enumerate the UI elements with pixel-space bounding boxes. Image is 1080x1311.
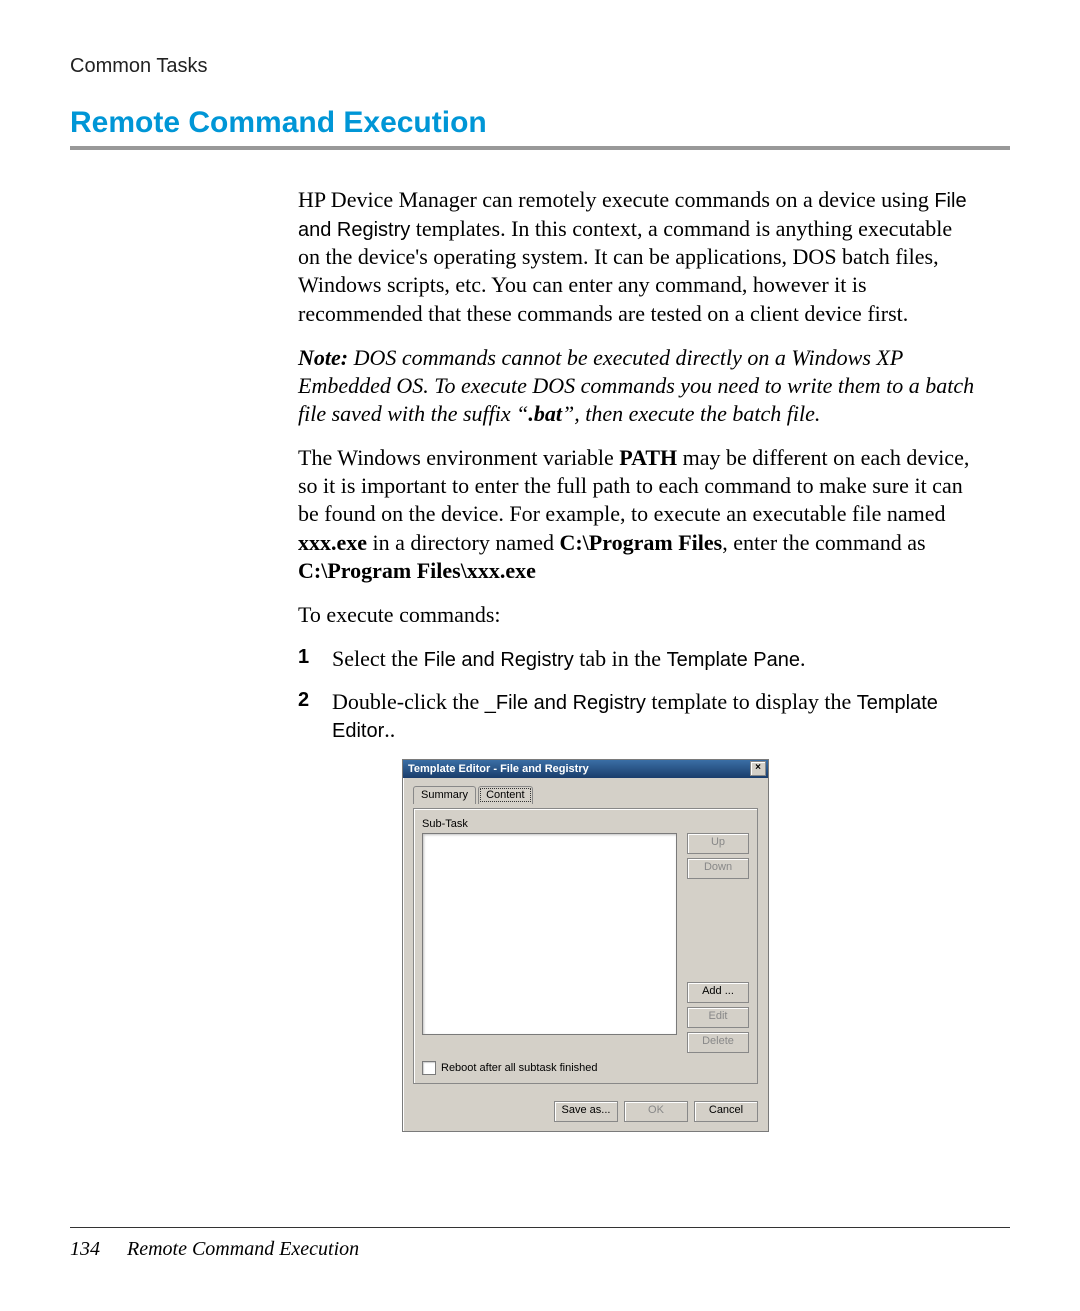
exe-name: xxx.exe <box>298 530 367 555</box>
text: .. <box>384 717 395 742</box>
tab-name: File and Registry <box>424 649 574 671</box>
text: , enter the command as <box>722 530 925 555</box>
add-button[interactable]: Add ... <box>687 982 749 1003</box>
step-2: Double-click the _File and Registry temp… <box>298 688 978 745</box>
text: in a directory named <box>367 530 559 555</box>
cancel-button[interactable]: Cancel <box>694 1101 758 1122</box>
dir-name: C:\Program Files <box>559 530 722 555</box>
delete-button[interactable]: Delete <box>687 1032 749 1053</box>
tab-pane: Sub-Task Up Down Add ... Edit Delete Reb… <box>413 808 758 1084</box>
page-title: Remote Command Execution <box>70 106 1010 140</box>
text: tab in the <box>574 646 667 671</box>
text: HP Device Manager can remotely execute c… <box>298 187 934 212</box>
footer-title: Remote Command Execution <box>127 1238 359 1260</box>
exec-intro: To execute commands: <box>298 601 978 629</box>
step-1: Select the File and Registry tab in the … <box>298 645 978 674</box>
template-file: _File and Registry <box>485 692 646 714</box>
intro-paragraph: HP Device Manager can remotely execute c… <box>298 186 978 328</box>
pane-name: Template Pane <box>667 649 800 671</box>
note-label: Note: <box>298 345 348 370</box>
save-as-button[interactable]: Save as... <box>554 1101 618 1122</box>
text: The Windows environment variable <box>298 445 619 470</box>
steps-list: Select the File and Registry tab in the … <box>298 645 978 745</box>
page-number: 134 <box>70 1238 122 1261</box>
text: template to display the <box>646 689 857 714</box>
reboot-row: Reboot after all subtask finished <box>422 1061 749 1075</box>
down-button[interactable]: Down <box>687 858 749 879</box>
full-path: C:\Program Files\xxx.exe <box>298 558 536 583</box>
tab-bar: Summary Content <box>413 786 758 804</box>
body-column: HP Device Manager can remotely execute c… <box>298 186 978 1132</box>
path-paragraph: The Windows environment variable PATH ma… <box>298 444 978 585</box>
note-body-end: ”, then execute the batch file. <box>562 401 820 426</box>
dialog-title: Template Editor - File and Registry <box>408 762 750 776</box>
dialog-titlebar[interactable]: Template Editor - File and Registry × <box>403 760 768 778</box>
title-rule <box>70 146 1010 150</box>
text: Select the <box>332 646 424 671</box>
reboot-label: Reboot after all subtask finished <box>441 1061 598 1075</box>
dialog-body: Summary Content Sub-Task Up Down Add ...… <box>403 778 768 1094</box>
subtask-label: Sub-Task <box>422 817 749 831</box>
tab-summary[interactable]: Summary <box>413 786 476 804</box>
reboot-checkbox[interactable] <box>422 1061 436 1075</box>
up-button[interactable]: Up <box>687 833 749 854</box>
bat-suffix: .bat <box>528 401 562 426</box>
footer-rule <box>70 1227 1010 1228</box>
tab-content[interactable]: Content <box>478 786 533 804</box>
ok-button[interactable]: OK <box>624 1101 688 1122</box>
subtask-listbox[interactable] <box>422 833 677 1035</box>
text: . <box>800 646 806 671</box>
template-editor-dialog: Template Editor - File and Registry × Su… <box>402 759 769 1132</box>
path-var: PATH <box>619 445 677 470</box>
side-buttons: Up Down Add ... Edit Delete <box>687 833 749 1053</box>
breadcrumb: Common Tasks <box>70 55 1010 78</box>
dialog-footer: Save as... OK Cancel <box>403 1094 768 1131</box>
close-icon[interactable]: × <box>750 761 766 776</box>
note-paragraph: Note: DOS commands cannot be executed di… <box>298 344 978 428</box>
page-footer: 134 Remote Command Execution <box>70 1227 1010 1261</box>
edit-button[interactable]: Edit <box>687 1007 749 1028</box>
text: Double-click the <box>332 689 485 714</box>
